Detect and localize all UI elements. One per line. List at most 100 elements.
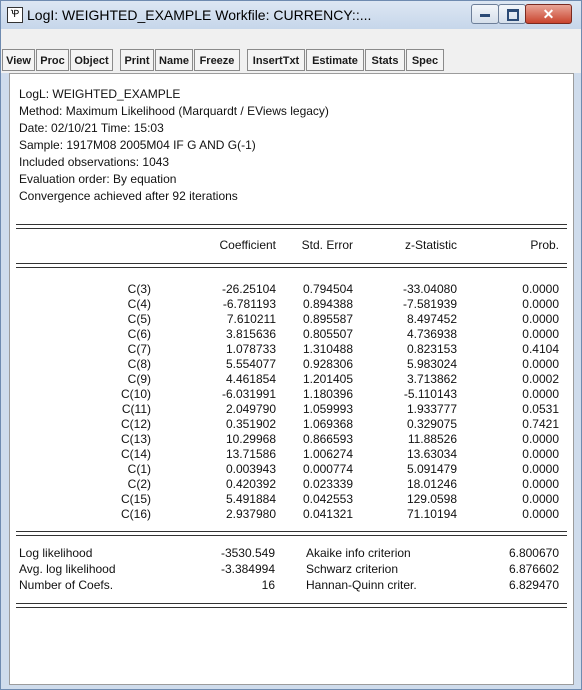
prob-value: 0.0000 — [522, 387, 559, 401]
table-row: C(12) 0.351902 1.069368 0.329075 0.7421 — [10, 417, 573, 432]
table-row: C(15) 5.491884 0.042553 129.0598 0.0000 — [10, 492, 573, 507]
coef-value: 0.351902 — [225, 417, 276, 431]
z-stat-value: -7.581939 — [402, 297, 457, 311]
prob-value: 0.0002 — [522, 372, 559, 386]
column-header-coefficient: Coefficient — [219, 238, 276, 252]
prob-value: 0.0000 — [522, 297, 559, 311]
z-stat-value: 3.713862 — [406, 372, 457, 386]
coef-name: C(2) — [127, 477, 151, 491]
divider — [16, 228, 567, 229]
std-error-value: 0.042553 — [302, 492, 353, 506]
minimize-icon — [480, 14, 490, 17]
prob-value: 0.4104 — [522, 342, 559, 356]
prob-value: 0.0000 — [522, 282, 559, 296]
coef-value: 0.003943 — [225, 462, 276, 476]
coef-value: 7.610211 — [226, 312, 276, 326]
header-line: Method: Maximum Likelihood (Marquardt / … — [19, 104, 329, 118]
estimate-button[interactable]: Estimate — [306, 49, 364, 71]
maximize-icon — [507, 9, 519, 21]
eviews-app-icon[interactable]: Ꝕ — [7, 7, 23, 23]
std-error-value: 0.895587 — [302, 312, 353, 326]
std-error-value: 0.866593 — [302, 432, 353, 446]
coef-name: C(10) — [120, 387, 151, 401]
coef-value: 5.554077 — [225, 357, 276, 371]
close-button[interactable]: ✕ — [525, 4, 572, 24]
z-stat-value: 5.091479 — [406, 462, 457, 476]
stat-label: Hannan-Quinn criter. — [306, 578, 417, 592]
title-bar[interactable]: Ꝕ LogI: WEIGHTED_EXAMPLE Workfile: CURRE… — [1, 1, 581, 29]
estimation-header: LogL: WEIGHTED_EXAMPLE Method: Maximum L… — [19, 86, 329, 205]
stat-value: -3530.549 — [220, 546, 275, 560]
table-row: C(2) 0.420392 0.023339 18.01246 0.0000 — [10, 477, 573, 492]
coef-value: 5.491884 — [225, 492, 276, 506]
table-row: C(8) 5.554077 0.928306 5.983024 0.0000 — [10, 357, 573, 372]
z-stat-value: 129.0598 — [406, 492, 457, 506]
z-stat-value: 18.01246 — [406, 477, 457, 491]
std-error-value: 0.794504 — [302, 282, 353, 296]
divider — [16, 224, 567, 225]
coef-value: 3.815636 — [225, 327, 276, 341]
prob-value: 0.0000 — [522, 447, 559, 461]
coef-value: 10.29968 — [225, 432, 276, 446]
estimation-output[interactable]: LogL: WEIGHTED_EXAMPLE Method: Maximum L… — [9, 73, 574, 685]
coef-value: 4.461854 — [225, 372, 276, 386]
stats-row: Log likelihood -3530.549 Akaike info cri… — [10, 546, 573, 562]
prob-value: 0.0000 — [522, 492, 559, 506]
stat-label: Avg. log likelihood — [19, 562, 116, 576]
std-error-value: 1.310488 — [302, 342, 353, 356]
z-stat-value: -5.110143 — [403, 387, 457, 401]
header-line: Sample: 1917M08 2005M04 IF G AND G(-1) — [19, 138, 256, 152]
divider — [16, 267, 567, 268]
table-row: C(9) 4.461854 1.201405 3.713862 0.0002 — [10, 372, 573, 387]
z-stat-value: -33.04080 — [402, 282, 457, 296]
std-error-value: 1.069368 — [302, 417, 353, 431]
header-line: Date: 02/10/21 Time: 15:03 — [19, 121, 164, 135]
stat-value: -3.384994 — [220, 562, 275, 576]
print-button[interactable]: Print — [120, 49, 154, 71]
prob-value: 0.0000 — [522, 312, 559, 326]
inserttxt-button[interactable]: InsertTxt — [247, 49, 305, 71]
stat-label: Akaike info criterion — [306, 546, 411, 560]
coef-name: C(13) — [120, 432, 151, 446]
z-stat-value: 4.736938 — [406, 327, 457, 341]
table-row: C(6) 3.815636 0.805507 4.736938 0.0000 — [10, 327, 573, 342]
table-row: C(10) -6.031991 1.180396 -5.110143 0.000… — [10, 387, 573, 402]
divider — [16, 603, 567, 604]
coef-name: C(14) — [120, 447, 151, 461]
coef-value: -6.031991 — [221, 387, 276, 401]
freeze-button[interactable]: Freeze — [194, 49, 240, 71]
z-stat-value: 13.63034 — [406, 447, 457, 461]
coef-name: C(1) — [127, 462, 151, 476]
std-error-value: 0.000774 — [302, 462, 353, 476]
spec-button[interactable]: Spec — [406, 49, 444, 71]
coef-name: C(11) — [121, 402, 151, 416]
view-button[interactable]: View — [2, 49, 35, 71]
eviews-output-window: Ꝕ LogI: WEIGHTED_EXAMPLE Workfile: CURRE… — [0, 0, 582, 690]
z-stat-value: 0.329075 — [406, 417, 457, 431]
object-button[interactable]: Object — [70, 49, 113, 71]
proc-button[interactable]: Proc — [36, 49, 69, 71]
stat-value: 6.876602 — [508, 562, 559, 576]
toolbar: View Proc Object Print Name Freeze Inser… — [1, 29, 581, 73]
z-stat-value: 8.497452 — [406, 312, 457, 326]
coef-value: 2.049790 — [225, 402, 276, 416]
table-row: C(1) 0.003943 0.000774 5.091479 0.0000 — [10, 462, 573, 477]
coef-name: C(4) — [127, 297, 151, 311]
name-button[interactable]: Name — [155, 49, 193, 71]
stats-button[interactable]: Stats — [365, 49, 405, 71]
std-error-value: 0.894388 — [302, 297, 353, 311]
table-row: C(13) 10.29968 0.866593 11.88526 0.0000 — [10, 432, 573, 447]
coef-name: C(16) — [120, 507, 151, 521]
stat-label: Number of Coefs. — [19, 578, 114, 592]
std-error-value: 0.928306 — [302, 357, 353, 371]
z-stat-value: 0.823153 — [406, 342, 457, 356]
coef-name: C(6) — [127, 327, 151, 341]
minimize-button[interactable] — [471, 4, 499, 24]
maximize-button[interactable] — [498, 4, 526, 24]
header-line: Included observations: 1043 — [19, 155, 170, 169]
std-error-value: 0.805507 — [302, 327, 353, 341]
std-error-value: 0.041321 — [302, 507, 353, 521]
coef-name: C(8) — [127, 357, 151, 371]
table-row: C(3) -26.25104 0.794504 -33.04080 0.0000 — [10, 282, 573, 297]
std-error-value: 1.201405 — [302, 372, 353, 386]
